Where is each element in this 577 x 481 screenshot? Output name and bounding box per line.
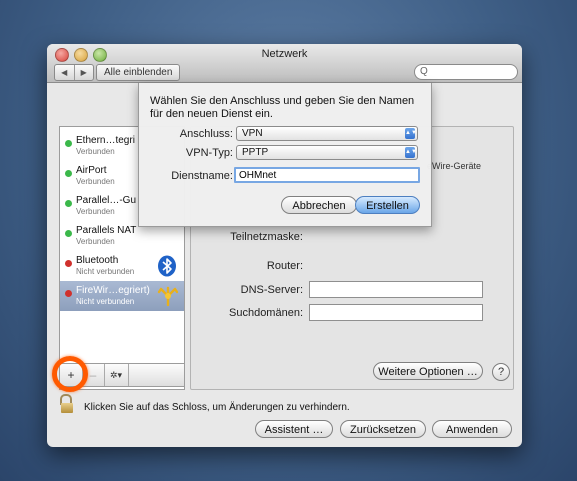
panel-side-text: eWire-Geräte [427, 161, 482, 171]
service-status: Verbunden [76, 237, 115, 246]
dns-server-field[interactable] [309, 281, 483, 298]
search-domains-label: Suchdomänen: [229, 307, 303, 319]
service-name: FireWir…egriert) [76, 285, 150, 296]
connection-label: Anschluss: [179, 128, 233, 140]
service-status: Nicht verbunden [76, 297, 135, 306]
search-field[interactable]: Q [414, 64, 518, 80]
bluetooth-icon [158, 255, 176, 277]
apply-button[interactable]: Anwenden [432, 420, 512, 438]
sheet-instructions: Wählen Sie den Anschluss und geben Sie d… [150, 95, 415, 120]
window-title: Netzwerk [261, 48, 308, 60]
assistant-button[interactable]: Assistent … [255, 420, 333, 438]
network-preferences-window: Netzwerk ◀ ▶ Alle einblenden Q Ethern…te… [47, 44, 522, 447]
status-dot-icon [65, 260, 72, 267]
service-name: Ethern…tegri [76, 135, 135, 146]
service-name: AirPort [76, 165, 107, 176]
create-button[interactable]: Erstellen [355, 196, 420, 214]
vpn-type-popup[interactable]: PPTP ▲▼ [236, 145, 418, 160]
status-dot-icon [65, 290, 72, 297]
service-name: Bluetooth [76, 255, 119, 266]
service-list-toolbar: + – ✲▾ [52, 356, 185, 392]
status-dot-icon [65, 170, 72, 177]
highlight-ring [52, 356, 88, 392]
popup-arrows-icon: ▲▼ [405, 128, 417, 139]
status-dot-icon [65, 140, 72, 147]
service-name: Parallel…-Gu [76, 195, 137, 206]
service-item-firewire[interactable]: FireWir…egriert) Nicht verbunden [60, 281, 184, 311]
lock-body [61, 403, 73, 413]
advanced-options-button[interactable]: Weitere Optionen … [373, 362, 483, 380]
service-item-bluetooth[interactable]: Bluetooth Nicht verbunden [60, 251, 184, 281]
titlebar: Netzwerk ◀ ▶ Alle einblenden Q [47, 44, 522, 83]
service-name: Parallels NAT [76, 225, 137, 236]
lock-hint-text: Klicken Sie auf das Schloss, um Änderung… [84, 402, 350, 413]
connection-value: VPN [242, 128, 263, 139]
lock-icon[interactable] [60, 394, 73, 413]
revert-button[interactable]: Zurücksetzen [340, 420, 426, 438]
service-status: Verbunden [76, 177, 115, 186]
service-status: Verbunden [76, 147, 115, 156]
new-service-sheet: Wählen Sie den Anschluss und geben Sie d… [138, 83, 432, 227]
show-all-button[interactable]: Alle einblenden [96, 64, 181, 81]
status-dot-icon [65, 230, 72, 237]
firewire-icon [157, 286, 179, 307]
forward-arrow-icon[interactable]: ▶ [75, 65, 94, 80]
router-label: Router: [266, 260, 303, 272]
service-name-field[interactable] [234, 167, 424, 183]
popup-arrows-icon: ▲▼ [405, 147, 417, 158]
subnet-mask-label: Teilnetzmaske: [230, 231, 303, 243]
service-status: Nicht verbunden [76, 267, 135, 276]
search-domains-field[interactable] [309, 304, 483, 321]
connection-popup[interactable]: VPN ▲▼ [236, 126, 418, 141]
service-name-label: Dienstname: [171, 170, 233, 182]
help-button[interactable]: ? [492, 363, 510, 381]
vpn-type-value: PPTP [242, 147, 269, 158]
service-name-input[interactable] [236, 169, 424, 182]
service-status: Verbunden [76, 207, 115, 216]
gear-icon[interactable]: ✲▾ [104, 364, 129, 386]
back-forward-buttons: ◀ ▶ [54, 64, 94, 81]
back-arrow-icon[interactable]: ◀ [55, 65, 75, 80]
dns-server-label: DNS-Server: [240, 284, 303, 296]
search-icon: Q [420, 66, 428, 77]
vpn-type-label: VPN-Typ: [185, 147, 233, 159]
status-dot-icon [65, 200, 72, 207]
cancel-button[interactable]: Abbrechen [281, 196, 357, 214]
